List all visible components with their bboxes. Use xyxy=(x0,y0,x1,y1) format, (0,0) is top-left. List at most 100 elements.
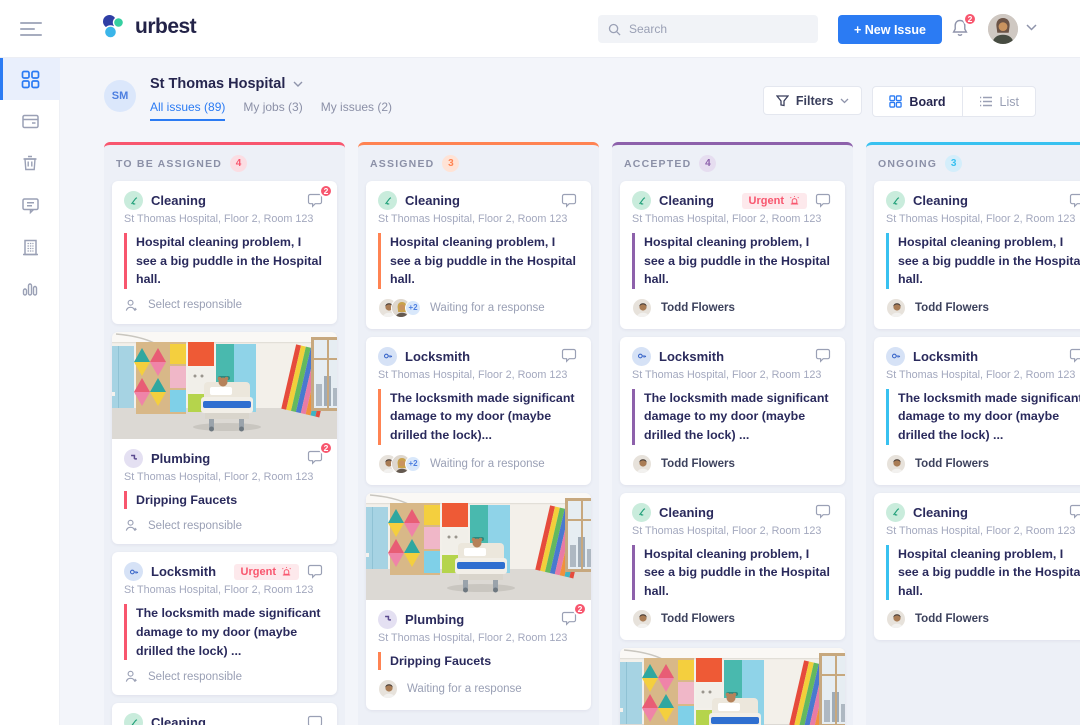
sidebar-item-buildings[interactable] xyxy=(0,226,60,268)
cleaning-category-icon xyxy=(124,191,143,210)
column-count-badge: 4 xyxy=(230,155,248,172)
card-footer-label: Waiting for a response xyxy=(430,301,545,314)
building-icon xyxy=(22,239,38,255)
new-issue-button[interactable]: + New Issue xyxy=(838,15,942,44)
sidebar-item-messages[interactable] xyxy=(0,184,60,226)
brand-mark-icon xyxy=(103,15,125,39)
card-category: Plumbing xyxy=(405,611,465,627)
view-board-label: Board xyxy=(909,94,946,109)
more-assignees-badge: +2 xyxy=(405,455,421,472)
site-switcher[interactable]: St Thomas Hospital xyxy=(150,76,392,92)
card-description: Hospital cleaning problem, I see a big p… xyxy=(886,233,1080,289)
card-category: Plumbing xyxy=(151,450,211,466)
card-footer-label: Todd Flowers xyxy=(661,457,735,470)
issue-card[interactable]: Plumbing 2 St Thomas Hospital, Floor 2, … xyxy=(112,331,337,545)
chat-icon[interactable]: 2 xyxy=(307,441,333,466)
chat-icon[interactable] xyxy=(307,564,325,580)
tab-all-issues[interactable]: All issues (89) xyxy=(150,100,226,121)
chat-count-badge: 2 xyxy=(319,183,333,198)
card-footer-label[interactable]: Select responsible xyxy=(148,671,242,683)
card-description: Hospital cleaning problem, I see a big p… xyxy=(632,544,833,601)
card-category: Cleaning xyxy=(151,193,206,208)
chat-icon[interactable]: 2 xyxy=(561,602,587,627)
column-count-badge: 3 xyxy=(945,155,963,172)
chat-icon[interactable] xyxy=(561,193,579,209)
card-footer-label: Todd Flowers xyxy=(915,457,989,470)
chat-icon[interactable] xyxy=(1069,193,1080,209)
card-description: Dripping Faucets xyxy=(378,651,579,671)
chat-icon[interactable] xyxy=(815,504,833,520)
card-location: St Thomas Hospital, Floor 2, Room 123 xyxy=(378,213,568,225)
assignee-avatars: +2 xyxy=(378,297,421,318)
sidebar-item-analytics[interactable] xyxy=(0,268,60,310)
column-count-badge: 4 xyxy=(699,155,717,172)
user-menu-chevron-down-icon[interactable] xyxy=(1026,24,1037,31)
issue-card[interactable]: Cleaning St Thomas Hospital, Floor 2, Ro… xyxy=(874,181,1080,329)
site-avatar[interactable]: SM xyxy=(104,80,136,112)
card-location: St Thomas Hospital, Floor 2, Room 123 xyxy=(378,368,568,381)
cleaning-category-icon xyxy=(886,191,905,210)
sidebar-item-trash[interactable] xyxy=(0,142,60,184)
locksmith-category-icon xyxy=(886,346,905,366)
sidebar-item-board[interactable] xyxy=(0,58,60,100)
chat-icon[interactable] xyxy=(307,715,325,725)
card-footer-label: Todd Flowers xyxy=(915,613,989,626)
card-footer-label[interactable]: Select responsible xyxy=(148,299,242,311)
avatar xyxy=(378,679,398,700)
tab-my-issues[interactable]: My issues (2) xyxy=(321,100,392,121)
trash-icon xyxy=(23,155,37,171)
urgent-badge: Urgent xyxy=(233,563,299,580)
card-footer-label: Todd Flowers xyxy=(915,301,989,314)
card-description: Hospital cleaning problem, I see a big p… xyxy=(886,544,1080,601)
card-footer-label: Waiting for a response xyxy=(407,683,522,696)
locksmith-category-icon xyxy=(378,346,397,366)
column-title: ONGOING xyxy=(878,157,938,170)
page-header: SM St Thomas Hospital All issues (89) My… xyxy=(104,76,392,121)
card-footer-label[interactable]: Select responsible xyxy=(148,520,242,532)
search-input[interactable] xyxy=(629,22,799,36)
view-board-button[interactable]: Board xyxy=(873,87,961,116)
column-title: ACCEPTED xyxy=(624,157,692,170)
issue-card[interactable]: Cleaning St Thomas Hospital, Floor 2, Ro… xyxy=(620,492,845,641)
chat-count-badge: 2 xyxy=(573,602,587,617)
search-box[interactable] xyxy=(598,15,818,43)
search-icon xyxy=(608,23,621,36)
card-description: Hospital cleaning problem, I see a big p… xyxy=(378,233,579,289)
chat-icon[interactable] xyxy=(1069,348,1080,364)
card-category: Locksmith xyxy=(913,348,979,364)
issue-card[interactable]: Cleaning 2 St Thomas Hospital, Floor 2, … xyxy=(112,181,337,324)
issue-card[interactable]: Plumbing 2 St Thomas Hospital, Floor 2, … xyxy=(366,492,591,711)
card-description: The locksmith made significant damage to… xyxy=(886,388,1080,445)
card-description: The locksmith made significant damage to… xyxy=(632,388,833,445)
issue-card[interactable]: Cleaning St Thomas Hospital, Floor 2, Ro… xyxy=(112,703,337,725)
column-assigned: ASSIGNED 3 Cleaning St Thomas Hospital, … xyxy=(358,142,599,725)
tab-my-jobs[interactable]: My jobs (3) xyxy=(243,100,302,121)
view-list-button[interactable]: List xyxy=(961,87,1035,116)
notifications-bell-icon[interactable]: 2 xyxy=(950,12,977,40)
chat-icon[interactable] xyxy=(561,348,579,364)
select-responsible-icon xyxy=(124,669,139,684)
card-location: St Thomas Hospital, Floor 2, Room 123 xyxy=(632,524,822,537)
card-description: Hospital cleaning problem, I see a big p… xyxy=(632,233,833,289)
chat-icon[interactable]: 2 xyxy=(307,183,333,209)
issue-card[interactable]: Locksmith St Thomas Hospital, Floor 2, R… xyxy=(874,336,1080,485)
select-responsible-icon xyxy=(124,518,139,533)
list-view-icon xyxy=(979,96,992,107)
card-category: Cleaning xyxy=(913,193,968,208)
issue-card[interactable]: Locksmith St Thomas Hospital, Floor 2, R… xyxy=(620,336,845,485)
issue-card[interactable]: Plumbing 2 St Thomas Hospital, Floor 2, … xyxy=(620,648,845,725)
issue-card[interactable]: Cleaning Urgent St Thomas Hospital, Floo… xyxy=(620,181,845,329)
chat-icon[interactable] xyxy=(1069,504,1080,520)
issue-card[interactable]: Locksmith St Thomas Hospital, Floor 2, R… xyxy=(366,336,591,485)
sidebar-item-archive[interactable] xyxy=(0,100,60,142)
chat-icon[interactable] xyxy=(815,193,833,209)
column-accepted: ACCEPTED 4 Cleaning Urgent St Thomas Hos… xyxy=(612,142,853,725)
issue-card[interactable]: Cleaning St Thomas Hospital, Floor 2, Ro… xyxy=(874,492,1080,641)
user-avatar[interactable] xyxy=(988,14,1018,44)
filters-button[interactable]: Filters xyxy=(762,86,863,115)
issue-card[interactable]: Cleaning St Thomas Hospital, Floor 2, Ro… xyxy=(366,181,591,329)
issue-card[interactable]: Locksmith Urgent St Thomas Hospital, Flo… xyxy=(112,552,337,696)
chat-icon[interactable] xyxy=(815,348,833,364)
card-location: St Thomas Hospital, Floor 2, Room 123 xyxy=(124,470,314,483)
menu-toggle-icon[interactable] xyxy=(20,22,42,36)
